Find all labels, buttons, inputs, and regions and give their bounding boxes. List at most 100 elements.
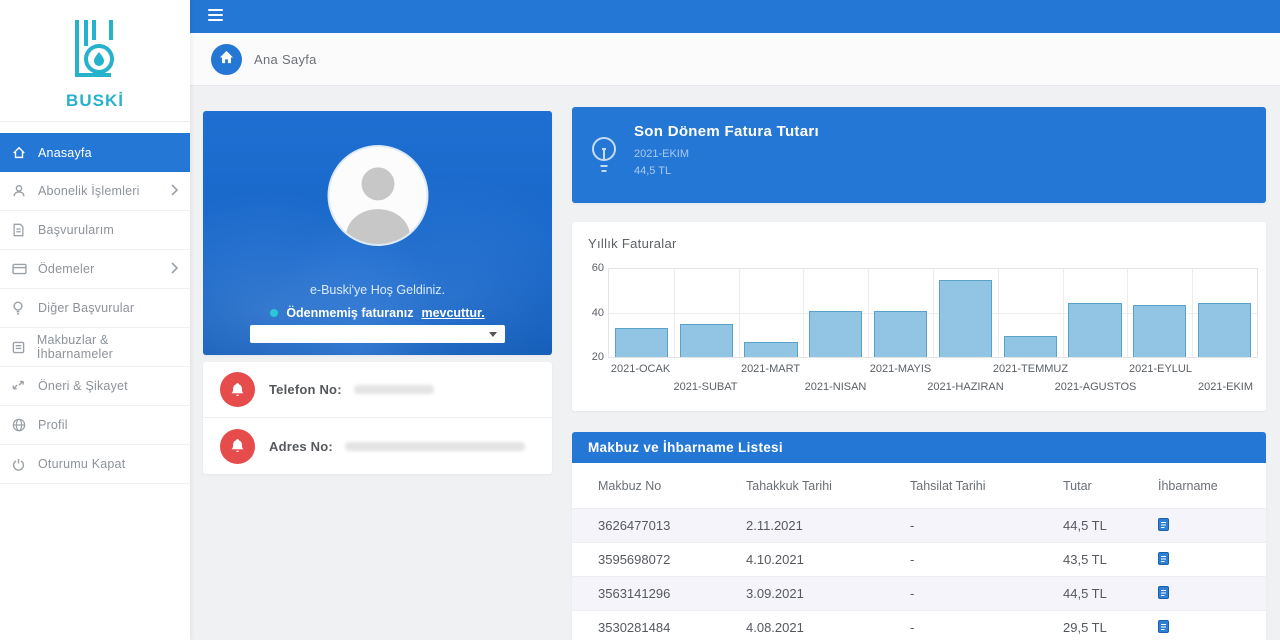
cell-tahakkuk: 2.11.2021 [746, 518, 910, 533]
contact-card: Telefon No: Adres No: [203, 362, 552, 474]
annual-chart-plot [608, 268, 1258, 358]
sidebar-item-abonelik-islemleri[interactable]: Abonelik İşlemleri [0, 172, 190, 211]
sidebar-menu: Anasayfa Abonelik İşlemleri Başvurularım… [0, 133, 190, 484]
welcome-text: e-Buski'ye Hoş Geldiniz. [203, 283, 552, 297]
receipt-table-card: Makbuz ve İhbarname Listesi Makbuz No Ta… [572, 432, 1266, 640]
hamburger-icon[interactable] [208, 9, 223, 23]
cell-tutar: 29,5 TL [1063, 620, 1158, 635]
home-icon [219, 50, 234, 69]
last-invoice-title: Son Dönem Fatura Tutarı [634, 123, 819, 140]
x-label-2021-EYLUL: 2021-EYLUL [1129, 363, 1192, 375]
ihbarname-document-icon[interactable] [1158, 620, 1266, 636]
arrows-icon [12, 380, 28, 393]
last-invoice-amount: 44,5 TL [634, 165, 819, 177]
chart-bar-2021-EKIM [1198, 303, 1251, 357]
x-label-2021-MAYIS: 2021-MAYIS [870, 363, 932, 375]
phone-row: Telefon No: [203, 362, 552, 418]
cell-makbuz-no: 3530281484 [598, 620, 746, 635]
y-tick: 60 [576, 262, 604, 274]
x-label-2021-EKIM: 2021-EKIM [1198, 381, 1253, 393]
table-row[interactable]: 3595698072 4.10.2021 - 43,5 TL [572, 542, 1266, 576]
alert-text: Ödenmemiş faturanız [286, 306, 413, 320]
annual-invoices-card: Yıllık Faturalar 60 40 20 2021-OCAK2021-… [572, 222, 1266, 411]
breadcrumb-home-button[interactable] [211, 44, 242, 75]
ihbarname-document-icon[interactable] [1158, 586, 1266, 602]
lightbulb-icon [590, 135, 618, 203]
breadcrumb: Ana Sayfa [190, 33, 1280, 86]
breadcrumb-label: Ana Sayfa [254, 52, 317, 67]
x-label-2021-SUBAT: 2021-SUBAT [674, 381, 738, 393]
credit-card-icon [12, 263, 28, 275]
brand-name: BUSKİ [66, 91, 124, 111]
redacted-phone-value [354, 385, 434, 394]
chart-bar-2021-NISAN [809, 311, 862, 357]
x-label-2021-NISAN: 2021-NISAN [805, 381, 867, 393]
last-invoice-card: Son Dönem Fatura Tutarı 2021-EKIM 44,5 T… [572, 107, 1266, 203]
cell-tahakkuk: 4.10.2021 [746, 552, 910, 567]
cell-tahsilat: - [910, 620, 1063, 635]
person-silhouette-icon [329, 231, 426, 244]
sidebar-item-oneri-sikayet[interactable]: Öneri & Şikayet [0, 367, 190, 406]
sidebar-item-basvurularim[interactable]: Başvurularım [0, 211, 190, 250]
sidebar-item-oturumu-kapat[interactable]: Oturumu Kapat [0, 445, 190, 484]
home-icon [12, 146, 28, 160]
cell-tutar: 44,5 TL [1063, 518, 1158, 533]
sidebar-item-odemeler[interactable]: Ödemeler [0, 250, 190, 289]
table-row[interactable]: 3530281484 4.08.2021 - 29,5 TL [572, 610, 1266, 640]
table-row[interactable]: 3626477013 2.11.2021 - 44,5 TL [572, 508, 1266, 542]
sidebar: BUSKİ Anasayfa Abonelik İşlemleri Başvur… [0, 0, 190, 640]
unpaid-invoice-alert: Ödenmemiş faturanız mevcuttur. [203, 306, 552, 320]
chart-bar-2021-MART [744, 342, 797, 357]
ihbarname-document-icon[interactable] [1158, 518, 1266, 534]
brand-logo: BUSKİ [0, 0, 190, 122]
col-tahakkuk-tarihi: Tahakkuk Tarihi [746, 479, 910, 493]
user-icon [12, 184, 28, 198]
cell-makbuz-no: 3595698072 [598, 552, 746, 567]
table-column-headers: Makbuz No Tahakkuk Tarihi Tahsilat Tarih… [572, 463, 1266, 508]
phone-label: Telefon No: [269, 382, 342, 397]
sidebar-item-profil[interactable]: Profil [0, 406, 190, 445]
ihbarname-document-icon[interactable] [1158, 552, 1266, 568]
account-select[interactable] [250, 325, 505, 343]
chart-bar-2021-OCAK [615, 328, 668, 357]
cell-tahsilat: - [910, 552, 1063, 567]
cell-tahakkuk: 3.09.2021 [746, 586, 910, 601]
bell-icon [220, 372, 255, 407]
power-icon [12, 458, 28, 471]
col-tahsilat-tarihi: Tahsilat Tarihi [910, 479, 1063, 493]
chevron-right-icon [170, 184, 178, 199]
chevron-right-icon [170, 262, 178, 277]
x-label-2021-TEMMUZ: 2021-TEMMUZ [993, 363, 1068, 375]
status-dot-icon [270, 309, 278, 317]
sidebar-item-makbuzlar-ihbarnameler[interactable]: Makbuzlar & İhbarnameler [0, 328, 190, 367]
col-makbuz-no: Makbuz No [598, 479, 746, 493]
cell-tahakkuk: 4.08.2021 [746, 620, 910, 635]
col-ihbarname: İhbarname [1158, 479, 1266, 493]
chart-bar-2021-EYLUL [1133, 305, 1186, 357]
chart-bar-2021-AGUSTOS [1068, 303, 1121, 357]
chart-x-labels: 2021-OCAK2021-SUBAT2021-MART2021-NISAN20… [608, 363, 1258, 403]
x-label-2021-MART: 2021-MART [741, 363, 800, 375]
sidebar-item-diger-basvurular[interactable]: Diğer Başvurular [0, 289, 190, 328]
bell-icon [220, 429, 255, 464]
last-invoice-period: 2021-EKIM [634, 148, 819, 160]
chart-bar-2021-MAYIS [874, 311, 927, 357]
table-title: Makbuz ve İhbarname Listesi [572, 432, 1266, 463]
profile-card: e-Buski'ye Hoş Geldiniz. Ödenmemiş fatur… [203, 111, 552, 355]
buski-waterdrop-logo-icon [69, 17, 121, 88]
cell-makbuz-no: 3563141296 [598, 586, 746, 601]
y-tick: 20 [576, 351, 604, 363]
topbar [190, 0, 1280, 33]
redacted-address-value [345, 442, 525, 451]
cell-tahsilat: - [910, 586, 1063, 601]
chart-bar-2021-HAZIRAN [939, 280, 992, 357]
table-row[interactable]: 3563141296 3.09.2021 - 44,5 TL [572, 576, 1266, 610]
cell-tahsilat: - [910, 518, 1063, 533]
col-tutar: Tutar [1063, 479, 1158, 493]
globe-icon [12, 418, 28, 432]
y-tick: 40 [576, 307, 604, 319]
x-label-2021-HAZIRAN: 2021-HAZIRAN [927, 381, 1003, 393]
sidebar-item-anasayfa[interactable]: Anasayfa [0, 133, 190, 172]
alert-link[interactable]: mevcuttur. [421, 306, 484, 320]
chart-bar-2021-TEMMUZ [1004, 336, 1057, 357]
